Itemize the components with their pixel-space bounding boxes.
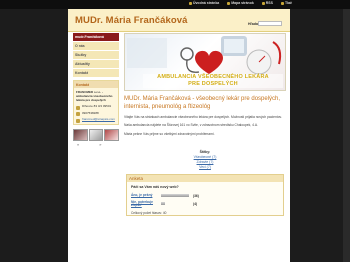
contact-company: FRANCMED s.r.o. - ambulancia všeobecného… — [76, 90, 113, 102]
poll-bar — [161, 202, 165, 206]
contact-address: Dlhovce 83 3/4 09501 — [82, 104, 112, 108]
home-link[interactable]: Úvodná stránka — [188, 1, 220, 5]
rss-link[interactable]: RSS — [261, 1, 273, 5]
email-icon — [76, 118, 80, 123]
print-link[interactable]: Tlač — [280, 1, 292, 5]
search-input[interactable] — [258, 21, 282, 26]
home-icon — [188, 1, 192, 5]
poll-total: Celkový počet hlasov: 40 — [131, 211, 167, 216]
stethoscope-icon — [180, 47, 194, 61]
poll-box: Anketa Páči sa Vám náš nový web? Áno, je… — [126, 174, 284, 217]
sitemap-icon — [227, 1, 231, 5]
content-paragraph: Vitajte Vás na stránkach ambulancie všeo… — [124, 115, 282, 119]
gallery-thumbnail[interactable] — [73, 128, 88, 141]
tablet-screen — [224, 39, 244, 53]
site-header: MUDr. Mária Frančáková Hľadať: — [68, 9, 290, 32]
header-banner: AMBULANCIA VŠEOBECNÉHO LEKÁRA PRE DOSPEL… — [124, 33, 286, 91]
print-link-label: Tlač — [284, 1, 292, 5]
print-icon — [280, 1, 284, 5]
gallery-thumbnail[interactable] — [104, 128, 120, 141]
cuff-tube — [272, 41, 282, 65]
photo-gallery — [73, 128, 120, 141]
content-paragraph: Naša ambulancia nájdete na Štúrovej 161 … — [124, 123, 258, 128]
contact-email-row: francmed@sinapsis.com — [74, 117, 118, 124]
gallery-next-button[interactable]: » — [99, 142, 101, 147]
tag-link[interactable]: Veci (7) — [124, 165, 286, 170]
poll-title: Anketa — [127, 175, 283, 183]
heart-icon — [195, 50, 223, 74]
content-title: MUDr. Mária Frančáková - všeobecný lekár… — [124, 96, 281, 110]
top-bar: Úvodná stránka Mapa stránok RSS Tlač — [0, 0, 350, 9]
phone-icon — [76, 112, 80, 116]
poll-bar — [161, 194, 189, 198]
site-title[interactable]: MUDr. Mária Frančáková — [75, 15, 188, 26]
sitemap-link-label: Mapa stránok — [231, 1, 254, 5]
contact-box: Kontakt FRANCMED s.r.o. - ambulancia vše… — [73, 80, 119, 125]
poll-option-link[interactable]: Nie, potrebuje zlepšiť — [131, 200, 161, 208]
gallery-prev-button[interactable]: « — [77, 142, 79, 147]
contact-email-link[interactable]: francmed@sinapsis.com — [82, 117, 115, 122]
poll-option-row: Nie, potrebuje zlepšiť (4) — [127, 200, 283, 208]
banner-text: AMBULANCIA VŠEOBECNÉHO LEKÁRA PRE DOSPEL… — [143, 74, 283, 88]
menu-item-o-nas[interactable]: O nás — [73, 42, 119, 50]
gallery-nav: « » — [73, 142, 119, 147]
location-icon — [76, 105, 80, 110]
banner-line-1: AMBULANCIA VŠEOBECNÉHO LEKÁRA — [157, 74, 269, 80]
page-scrollbar[interactable] — [343, 9, 350, 262]
document-icon — [127, 38, 167, 68]
menu-item-francakova[interactable]: mudr.Frančáková — [73, 33, 119, 41]
menu-item-sluzby[interactable]: Služby — [73, 51, 119, 59]
rss-icon — [261, 1, 265, 5]
poll-count: (4) — [193, 202, 198, 207]
sidebar: mudr.Frančáková O nás Služby Aktuality K… — [73, 33, 120, 147]
main-content: AMBULANCIA VŠEOBECNÉHO LEKÁRA PRE DOSPEL… — [124, 33, 286, 217]
home-link-label: Úvodná stránka — [192, 1, 220, 5]
contact-phone: 0907538288 — [82, 110, 99, 115]
tags-box: Štítky: Všeobecné (7) Zdravie (7) Veci (… — [124, 150, 286, 170]
contact-box-title: Kontakt — [74, 81, 118, 88]
page-container: MUDr. Mária Frančáková Hľadať: mudr.Fran… — [68, 9, 290, 262]
poll-option-link[interactable]: Áno, je pekný — [131, 194, 161, 198]
rss-link-label: RSS — [265, 1, 273, 5]
gallery-thumbnail[interactable] — [88, 128, 104, 141]
menu-item-aktuality[interactable]: Aktuality — [73, 60, 119, 68]
sitemap-link[interactable]: Mapa stránok — [227, 1, 254, 5]
poll-bar-track — [161, 202, 191, 206]
content-paragraph: Mária pekne Vás prijme so všetkými zdrav… — [124, 131, 215, 136]
menu-item-kontakt[interactable]: Kontakt — [73, 69, 119, 77]
poll-question: Páči sa Vám náš nový web? — [131, 185, 179, 190]
top-links: Úvodná stránka Mapa stránok RSS Tlač — [188, 1, 292, 5]
poll-count: (36) — [193, 194, 199, 199]
banner-line-2: PRE DOSPELÝCH — [188, 81, 238, 87]
poll-bar-track — [161, 194, 191, 198]
